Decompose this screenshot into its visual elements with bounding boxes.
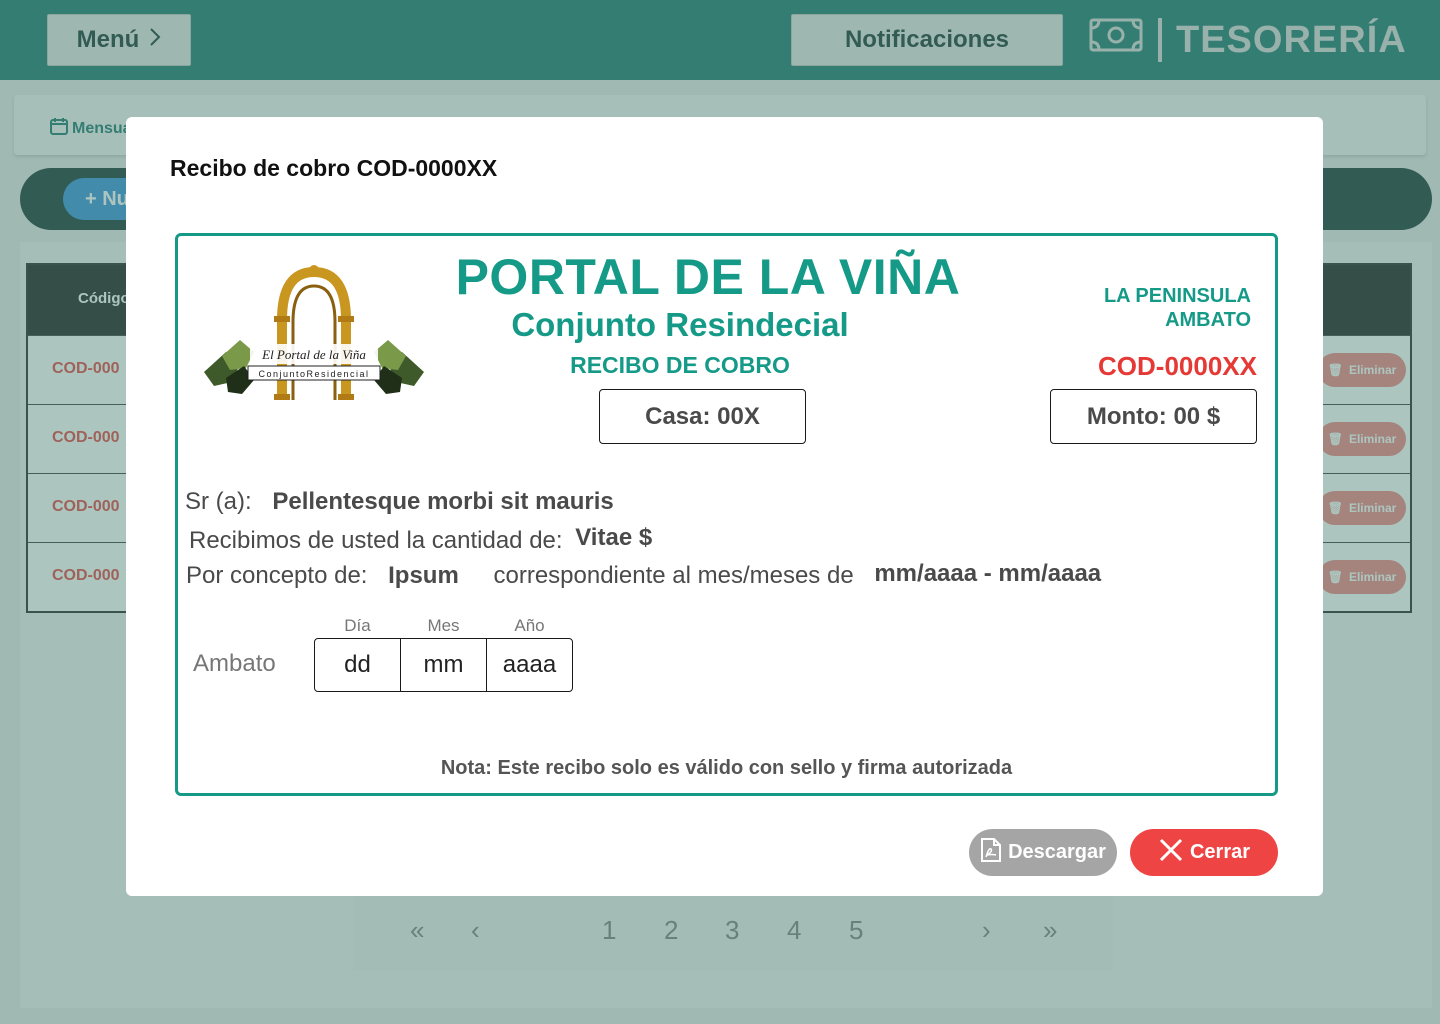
month-header: Mes: [427, 616, 460, 635]
download-button[interactable]: Descargar: [969, 829, 1117, 876]
concept-label: Por concepto de:: [186, 562, 368, 589]
concept-line: Por concepto de: Ipsum correspondiente a…: [186, 560, 1102, 590]
location-line-1: LA PENINSULA: [1103, 285, 1251, 307]
recipient-line: Sr (a): Pellentesque morbi sit mauris: [185, 488, 614, 516]
period-label: correspondiente al mes/meses de: [493, 562, 854, 589]
amount-value: Vitae $: [575, 524, 653, 551]
amount-line: Recibimos de usted la cantidad de: Vitae…: [189, 524, 653, 555]
day-header: Día: [344, 616, 371, 635]
year-cell: aaaa: [486, 638, 573, 692]
concept-value: Ipsum: [388, 562, 459, 589]
receipt-code: COD-0000XX: [1098, 351, 1257, 381]
period-value: mm/aaaa - mm/aaaa: [874, 560, 1102, 587]
org-name: PORTAL DE LA VIÑA: [455, 249, 961, 305]
location-line-2: AMBATO: [1165, 309, 1251, 331]
house-box: Casa: 00X: [599, 389, 806, 444]
recipient-label: Sr (a):: [185, 488, 252, 515]
org-subtitle: Conjunto Resindecial: [511, 306, 849, 343]
city-label: Ambato: [193, 650, 276, 677]
date-grid: dd mm aaaa: [314, 638, 573, 692]
day-cell: dd: [314, 638, 401, 692]
recipient-value: Pellentesque morbi sit mauris: [272, 488, 614, 515]
receipt-modal: Recibo de cobro COD-0000XX El Portal de …: [126, 117, 1323, 896]
amount-label: Recibimos de usted la cantidad de:: [189, 527, 563, 554]
close-icon: [1158, 837, 1184, 869]
location: LA PENINSULA AMBATO: [1104, 284, 1251, 332]
pdf-icon: [980, 837, 1002, 869]
close-label: Cerrar: [1189, 841, 1251, 863]
modal-title: Recibo de cobro COD-0000XX: [170, 155, 498, 181]
receipt-card: El Portal de la Viña ConjuntoResidencial…: [175, 233, 1278, 796]
month-cell: mm: [400, 638, 487, 692]
validity-note: Nota: Este recibo solo es válido con sel…: [440, 757, 1013, 779]
download-label: Descargar: [1008, 841, 1106, 863]
close-button[interactable]: Cerrar: [1130, 829, 1278, 876]
doc-type: RECIBO DE COBRO: [570, 352, 790, 378]
amount-box: Monto: 00 $: [1050, 389, 1257, 444]
year-header: Año: [514, 616, 545, 635]
